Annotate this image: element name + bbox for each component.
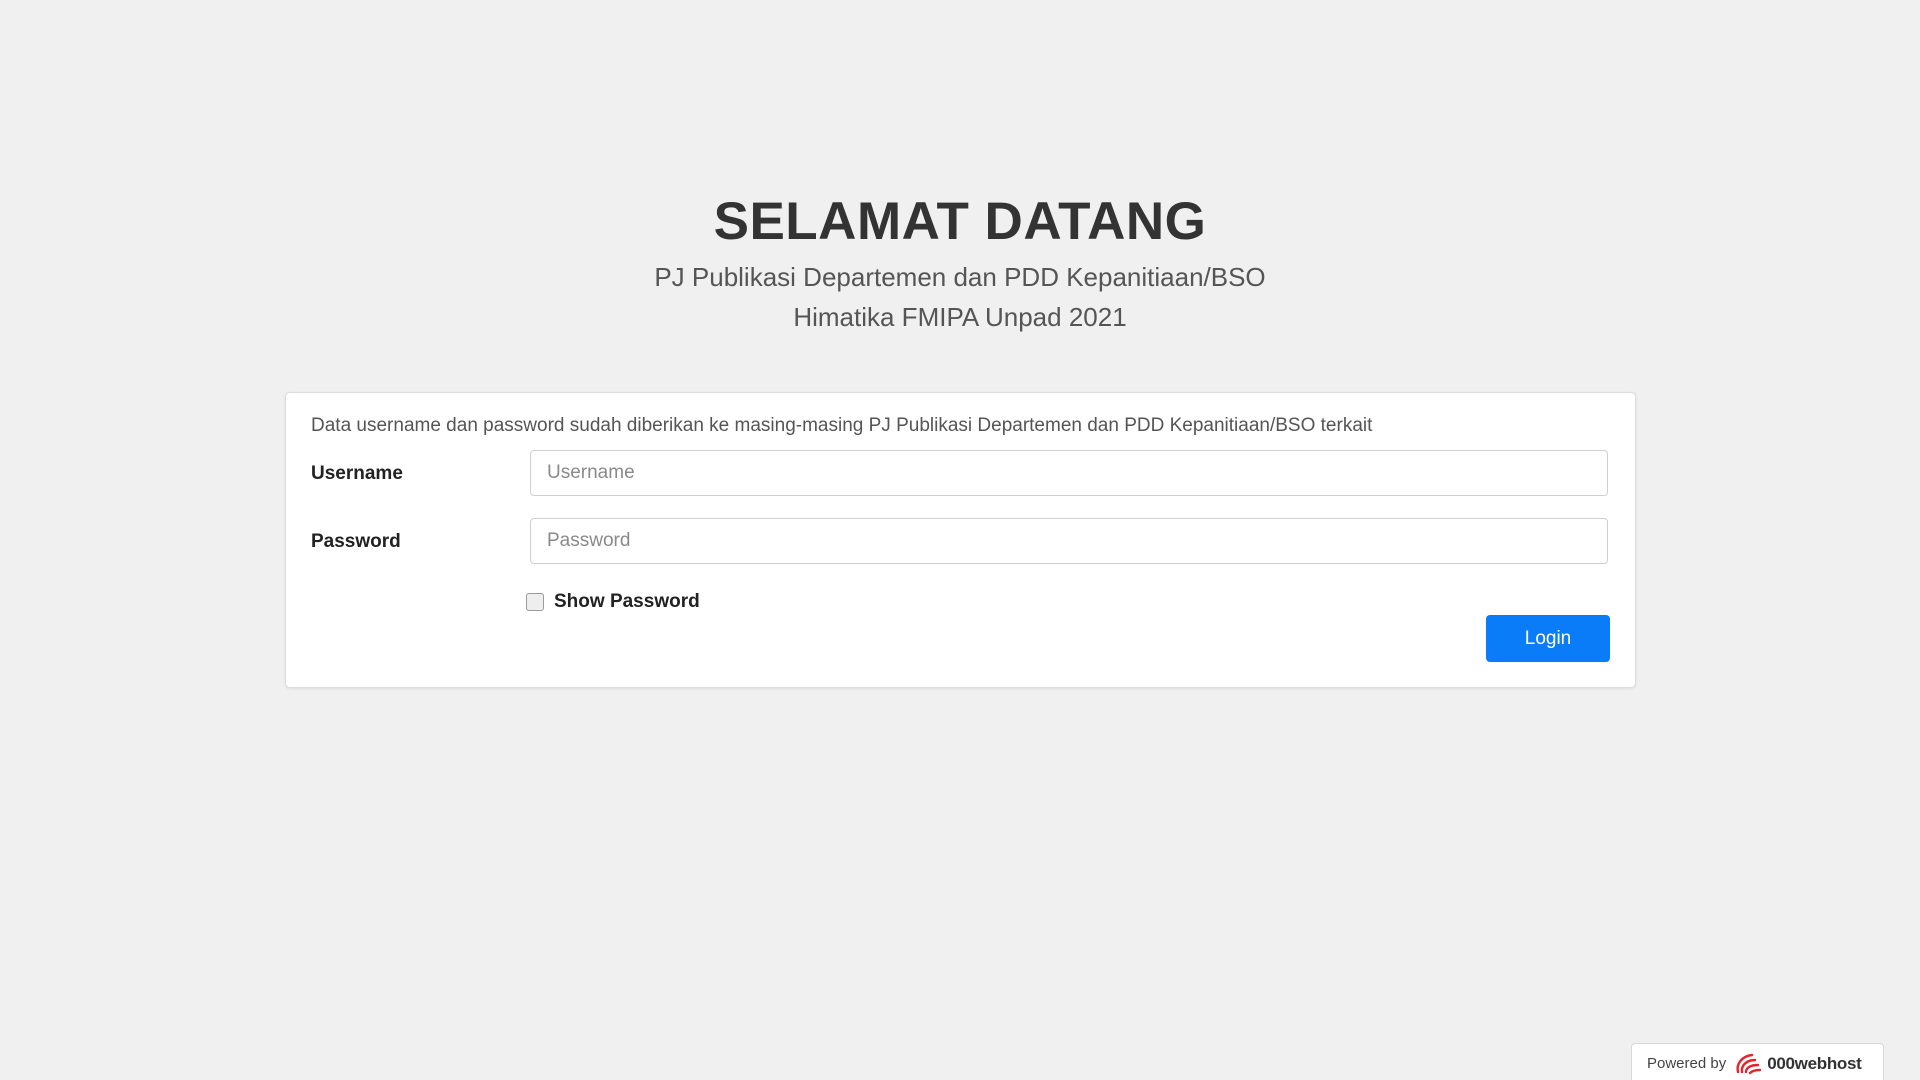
powered-by-text: Powered by [1647, 1055, 1727, 1072]
login-card: Data username dan password sudah diberik… [285, 392, 1636, 688]
000webhost-brand-text: 000webhost [1767, 1053, 1862, 1073]
username-label: Username [311, 463, 403, 484]
page-subtitle-line1: PJ Publikasi Departemen dan PDD Kepaniti… [654, 262, 1266, 292]
login-info-text: Data username dan password sudah diberik… [311, 415, 1373, 436]
login-button[interactable]: Login [1486, 615, 1610, 662]
000webhost-logo-icon [1736, 1053, 1762, 1074]
password-input[interactable] [530, 518, 1608, 564]
powered-by-badge[interactable]: Powered by 000webhost [1631, 1043, 1884, 1080]
show-password-row[interactable]: Show Password [526, 589, 700, 615]
show-password-checkbox[interactable] [526, 593, 544, 611]
page-subtitle-line2: Himatika FMIPA Unpad 2021 [793, 302, 1127, 332]
page-title: SELAMAT DATANG [713, 192, 1207, 251]
show-password-label[interactable]: Show Password [554, 589, 700, 615]
password-label: Password [311, 531, 401, 552]
username-input[interactable] [530, 450, 1608, 496]
